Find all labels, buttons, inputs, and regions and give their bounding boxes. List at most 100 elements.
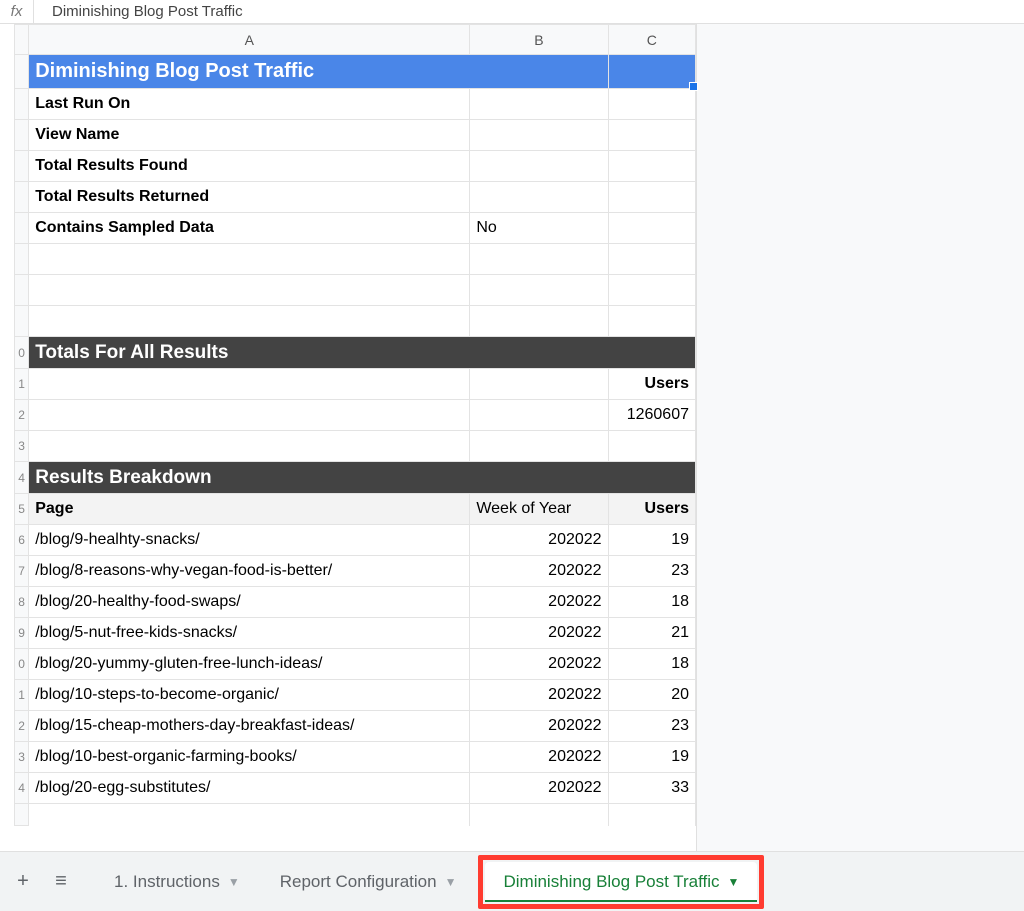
meta-c[interactable] (608, 89, 695, 120)
table-row[interactable]: 9/blog/5-nut-free-kids-snacks/20202221 (15, 618, 696, 649)
week-cell[interactable]: 202022 (470, 556, 608, 587)
col-header-A[interactable]: A (29, 25, 470, 55)
users-cell[interactable] (608, 804, 695, 826)
page-cell[interactable]: /blog/10-best-organic-farming-books/ (29, 742, 470, 773)
users-total[interactable]: 1260607 (608, 400, 695, 431)
week-cell[interactable]: 202022 (470, 525, 608, 556)
table-row[interactable]: 2/blog/15-cheap-mothers-day-breakfast-id… (15, 711, 696, 742)
week-cell[interactable]: 202022 (470, 618, 608, 649)
cell[interactable] (608, 306, 695, 337)
week-cell[interactable]: 202022 (470, 649, 608, 680)
cell[interactable] (470, 244, 608, 275)
totals-value-row[interactable]: 21260607 (15, 400, 696, 431)
table-row[interactable]: 6/blog/9-healhty-snacks/20202219 (15, 525, 696, 556)
page-cell[interactable]: /blog/8-reasons-why-vegan-food-is-better… (29, 556, 470, 587)
page-cell[interactable]: /blog/20-egg-substitutes/ (29, 773, 470, 804)
col-header-C[interactable]: C (608, 25, 695, 55)
section-breakdown[interactable]: 4Results Breakdown (15, 462, 696, 494)
cell[interactable] (608, 431, 695, 462)
empty-row[interactable] (15, 306, 696, 337)
page-cell[interactable] (29, 804, 470, 826)
row-header[interactable] (15, 275, 29, 306)
row-header[interactable] (15, 213, 29, 244)
table-row[interactable]: 1/blog/10-steps-to-become-organic/202022… (15, 680, 696, 711)
section-header[interactable]: Totals For All Results (29, 337, 696, 369)
page-cell[interactable]: /blog/10-steps-to-become-organic/ (29, 680, 470, 711)
users-cell[interactable]: 33 (608, 773, 695, 804)
tab-diminishing-blog-post-traffic[interactable]: Diminishing Blog Post Traffic ▼ (485, 862, 757, 902)
page-cell[interactable]: /blog/20-yummy-gluten-free-lunch-ideas/ (29, 649, 470, 680)
add-sheet-button[interactable]: + (6, 865, 40, 899)
row-header[interactable] (15, 182, 29, 213)
meta-label[interactable]: View Name (29, 120, 470, 151)
row-header[interactable]: 0 (15, 649, 29, 680)
row-header[interactable] (15, 151, 29, 182)
week-cell[interactable]: 202022 (470, 711, 608, 742)
row-header[interactable]: 4 (15, 462, 29, 494)
section-header[interactable]: Results Breakdown (29, 462, 696, 494)
col-header-B[interactable]: B (470, 25, 608, 55)
week-cell[interactable]: 202022 (470, 680, 608, 711)
cell[interactable] (29, 400, 470, 431)
row-header[interactable]: 8 (15, 587, 29, 618)
meta-c[interactable] (608, 151, 695, 182)
cell[interactable] (470, 431, 608, 462)
users-cell[interactable]: 19 (608, 742, 695, 773)
meta-label[interactable]: Contains Sampled Data (29, 213, 470, 244)
users-cell[interactable]: 21 (608, 618, 695, 649)
users-header[interactable]: Users (608, 369, 695, 400)
meta-row[interactable]: View Name (15, 120, 696, 151)
row-header[interactable]: 5 (15, 494, 29, 525)
row-header[interactable] (15, 120, 29, 151)
week-cell[interactable]: 202022 (470, 773, 608, 804)
tab-report-configuration[interactable]: Report Configuration ▼ (262, 862, 475, 902)
meta-c[interactable] (608, 182, 695, 213)
meta-b[interactable] (470, 151, 608, 182)
empty-row[interactable]: 3 (15, 431, 696, 462)
empty-row[interactable] (15, 275, 696, 306)
row-header[interactable] (15, 804, 29, 826)
formula-bar-value[interactable]: Diminishing Blog Post Traffic (34, 3, 243, 20)
row-header[interactable]: 9 (15, 618, 29, 649)
cell[interactable] (470, 400, 608, 431)
title-row[interactable]: Diminishing Blog Post Traffic (15, 55, 696, 89)
meta-label[interactable]: Total Results Found (29, 151, 470, 182)
users-cell[interactable]: 18 (608, 587, 695, 618)
meta-b[interactable] (470, 120, 608, 151)
meta-label[interactable]: Total Results Returned (29, 182, 470, 213)
row-header[interactable] (15, 306, 29, 337)
cell[interactable] (470, 275, 608, 306)
select-all-corner[interactable] (15, 25, 29, 55)
row-header[interactable]: 1 (15, 369, 29, 400)
table-row[interactable]: 4/blog/20-egg-substitutes/20202233 (15, 773, 696, 804)
row-header[interactable]: 7 (15, 556, 29, 587)
meta-b[interactable] (470, 89, 608, 120)
page-cell[interactable]: /blog/5-nut-free-kids-snacks/ (29, 618, 470, 649)
week-cell[interactable] (470, 804, 608, 826)
table-row[interactable]: 8/blog/20-healthy-food-swaps/20202218 (15, 587, 696, 618)
title-cell[interactable]: Diminishing Blog Post Traffic (29, 55, 608, 89)
col-week[interactable]: Week of Year (470, 494, 608, 525)
meta-c[interactable] (608, 120, 695, 151)
cell[interactable] (608, 244, 695, 275)
row-header[interactable]: 3 (15, 431, 29, 462)
cell[interactable] (470, 306, 608, 337)
week-cell[interactable]: 202022 (470, 587, 608, 618)
title-cell-end[interactable] (608, 55, 695, 89)
meta-b[interactable]: No (470, 213, 608, 244)
cell[interactable] (470, 369, 608, 400)
row-header[interactable]: 3 (15, 742, 29, 773)
breakdown-header-row[interactable]: 5PageWeek of YearUsers (15, 494, 696, 525)
cell[interactable] (29, 431, 470, 462)
section-totals[interactable]: 0Totals For All Results (15, 337, 696, 369)
meta-label[interactable]: Last Run On (29, 89, 470, 120)
totals-header-row[interactable]: 1 Users (15, 369, 696, 400)
users-cell[interactable]: 23 (608, 711, 695, 742)
meta-row[interactable]: Total Results Found (15, 151, 696, 182)
users-cell[interactable]: 20 (608, 680, 695, 711)
page-cell[interactable]: /blog/20-healthy-food-swaps/ (29, 587, 470, 618)
meta-c[interactable] (608, 213, 695, 244)
week-cell[interactable]: 202022 (470, 742, 608, 773)
cell[interactable] (29, 275, 470, 306)
meta-row[interactable]: Contains Sampled DataNo (15, 213, 696, 244)
